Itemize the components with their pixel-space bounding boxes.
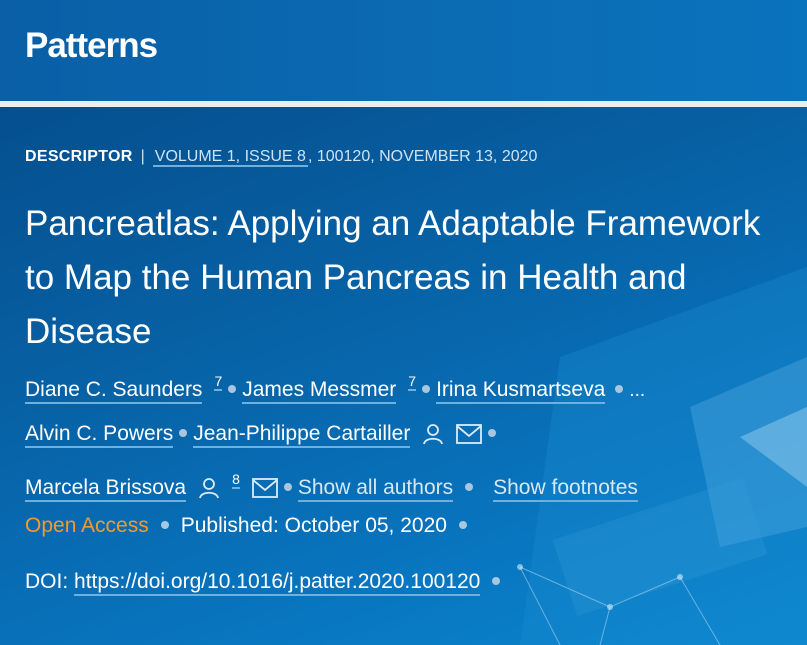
issue-link[interactable]: VOLUME 1, ISSUE 8 bbox=[152, 148, 308, 167]
separator-dot bbox=[228, 384, 237, 393]
author-link[interactable]: Diane C. Saunders bbox=[25, 378, 203, 404]
person-icon[interactable] bbox=[198, 477, 220, 499]
separator-dot bbox=[488, 428, 497, 437]
article-title: Pancreatlas: Applying an Adaptable Frame… bbox=[25, 204, 761, 351]
separator-dot bbox=[465, 482, 474, 491]
author-link[interactable]: Marcela Brissova bbox=[25, 476, 187, 502]
article-hero: DESCRIPTOR | VOLUME 1, ISSUE 8, 100120, NO… bbox=[0, 107, 807, 645]
author-footnote-ref[interactable]: 8 bbox=[232, 471, 240, 489]
separator-dot bbox=[283, 482, 292, 491]
open-access-label: Open Access bbox=[25, 514, 149, 537]
article-type: DESCRIPTOR bbox=[25, 148, 133, 165]
author-link[interactable]: James Messmer bbox=[242, 378, 397, 404]
author-footnote-ref[interactable]: 7 bbox=[408, 373, 417, 391]
author-footnote-ref[interactable]: 7 bbox=[214, 373, 223, 391]
doi-line: DOI: https://doi.org/10.1016/j.patter.20… bbox=[25, 570, 506, 596]
author-line-1: Diane C. Saunders 7 James Messmer 7 Irina Ku… bbox=[25, 373, 646, 404]
published-label: Published: bbox=[180, 514, 279, 537]
article-meta: DESCRIPTOR | VOLUME 1, ISSUE 8, 100120, NO… bbox=[25, 148, 538, 167]
separator-dot bbox=[458, 520, 467, 529]
separator-dot bbox=[492, 576, 501, 585]
published-date: October 05, 2020 bbox=[284, 514, 447, 537]
doi-label: DOI: bbox=[25, 570, 69, 593]
access-line: Open Access Published: October 05, 2020 bbox=[25, 514, 473, 538]
author-line-3: Marcela Brissova 8 Show all authors Show … bbox=[25, 471, 638, 502]
author-link[interactable]: Jean-Philippe Cartailler bbox=[193, 422, 411, 448]
separator-dot bbox=[422, 384, 431, 393]
show-all-authors-link[interactable]: Show all authors bbox=[297, 476, 454, 502]
patterns-logo[interactable]: Patterns bbox=[25, 26, 158, 66]
meta-separator: | bbox=[140, 148, 145, 165]
show-footnotes-link[interactable]: Show footnotes bbox=[493, 476, 638, 502]
author-link[interactable]: Irina Kusmartseva bbox=[436, 378, 606, 404]
separator-dot bbox=[179, 428, 188, 437]
person-icon[interactable] bbox=[422, 423, 444, 445]
separator-dot bbox=[615, 384, 624, 393]
authors-ellipsis: ... bbox=[629, 380, 646, 401]
site-header: Patterns bbox=[0, 0, 807, 101]
mail-icon[interactable] bbox=[456, 424, 483, 445]
mail-icon[interactable] bbox=[251, 478, 278, 499]
author-link[interactable]: Alvin C. Powers bbox=[25, 422, 174, 448]
author-line-2: Alvin C. Powers Jean-Philippe Cartailler bbox=[25, 422, 502, 448]
issue-details: , 100120, NOVEMBER 13, 2020 bbox=[307, 148, 538, 165]
separator-dot bbox=[160, 520, 169, 529]
doi-link[interactable]: https://doi.org/10.1016/j.patter.2020.10… bbox=[74, 570, 481, 596]
